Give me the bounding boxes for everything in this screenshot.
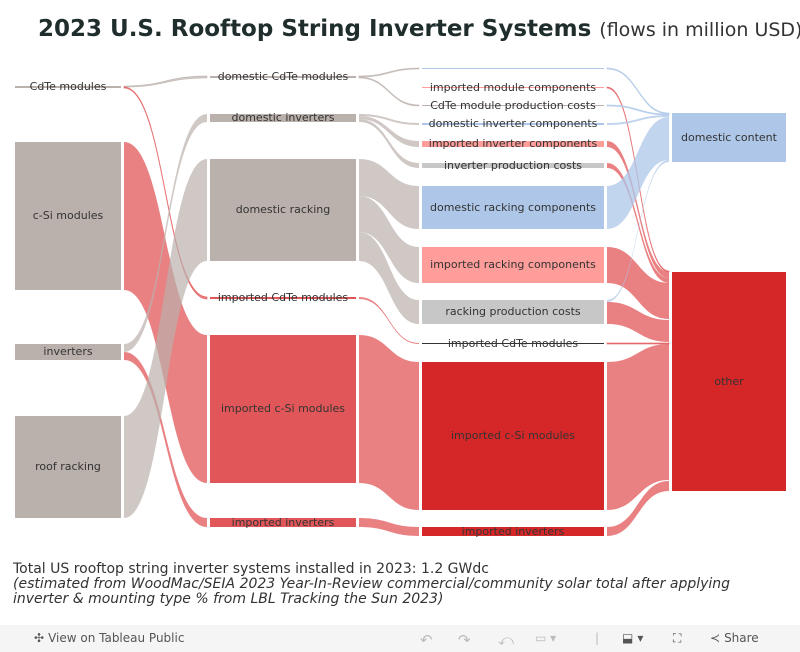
flow-dom_cdte-to-cdte_prod[interactable]: [358, 76, 420, 107]
view-on-tableau-button[interactable]: ✣ View on Tableau Public: [34, 631, 184, 645]
tableau-toolbar: ✣ View on Tableau Public ↶ ↷ ⤺ ▭ ▾ | ⬓ ▾ ⛶…: [0, 625, 800, 652]
flow-dom_mod_comp-to-dom_content[interactable]: [606, 67, 670, 115]
share-label: Share: [724, 631, 759, 645]
fullscreen-icon: ⛶: [673, 631, 682, 645]
flow-imp_csi-to-imp_csi2[interactable]: [359, 335, 419, 510]
node-label-imp_rack_comp: imported racking components: [430, 258, 596, 271]
flow-dom_cdte-to-dom_mod_comp[interactable]: [358, 67, 420, 78]
page-title: 2023 U.S. Rooftop String Inverter System…: [38, 16, 800, 42]
view-label: View on Tableau Public: [48, 631, 185, 645]
node-label-cdte_prod: CdTe module production costs: [430, 98, 596, 112]
footnote: Total US rooftop string inverter systems…: [13, 562, 733, 607]
node-label-dom_rack_comp: domestic racking components: [430, 200, 596, 214]
node-label-dom_content: domestic content: [681, 130, 777, 144]
node-label-imp_mod_comp: imported module components: [429, 80, 597, 94]
tableau-logo-icon: ✣: [34, 631, 45, 645]
flow-imp_cdte2-to-other[interactable]: [606, 342, 670, 345]
flow-imp_inv-to-imp_inv2[interactable]: [359, 518, 419, 536]
share-button[interactable]: ≺ Share: [710, 631, 759, 645]
node-label-imp_csi2: imported c-Si modules: [450, 429, 576, 442]
node-label-imp_inv2: imported inverters: [461, 524, 565, 538]
node-label-imp_cdte2: imported CdTe modules: [447, 336, 579, 350]
node-label-imp_csi: imported c-Si modules: [220, 402, 346, 415]
node-label-csi_modules: c-Si modules: [32, 209, 104, 222]
flow-cdte_modules-to-dom_cdte[interactable]: [123, 75, 208, 88]
sankey-diagram: [15, 67, 786, 536]
node-label-inverters: inverters: [43, 345, 93, 358]
node-label-roof_racking: roof racking: [35, 460, 101, 473]
node-label-dom_rack: domestic racking: [235, 203, 331, 216]
undo-button[interactable]: ↶: [420, 631, 433, 649]
flow-cdte_prod-to-dom_content[interactable]: [606, 104, 670, 116]
redo-button[interactable]: ↷: [458, 631, 471, 649]
title-text: 2023 U.S. Rooftop String Inverter System…: [38, 16, 592, 42]
node-label-cdte_modules: CdTe modules: [29, 80, 107, 93]
subtitle-text: (flows in million USD): [599, 19, 800, 41]
node-label-dom_inv: domestic inverters: [231, 111, 335, 124]
node-dom_mod_comp[interactable]: [422, 68, 604, 69]
share-icon: ≺: [710, 631, 721, 645]
node-label-imp_inv_comp: imported inverter components: [428, 137, 598, 150]
node-label-dom_cdte: domestic CdTe modules: [217, 70, 349, 83]
node-label-imp_cdte: imported CdTe modules: [217, 291, 349, 304]
footnote-line2: (estimated from WoodMac/SEIA 2023 Year-I…: [13, 576, 731, 607]
revert-button[interactable]: ⤺: [498, 631, 514, 649]
footnote-line1: Total US rooftop string inverter systems…: [13, 561, 489, 577]
node-label-dom_inv_comp: domestic inverter components: [428, 117, 598, 130]
node-label-inv_prod: inverter production costs: [443, 158, 583, 172]
refresh-button[interactable]: ▭ ▾: [535, 631, 556, 645]
fullscreen-button[interactable]: ⛶: [673, 631, 681, 646]
node-label-rack_prod: racking production costs: [445, 305, 581, 318]
download-button[interactable]: ⬓ ▾: [622, 631, 643, 645]
download-icon: ⬓: [622, 631, 634, 645]
divider: |: [595, 631, 600, 645]
node-label-imp_inv: imported inverters: [231, 515, 335, 529]
node-label-other: other: [714, 374, 744, 388]
